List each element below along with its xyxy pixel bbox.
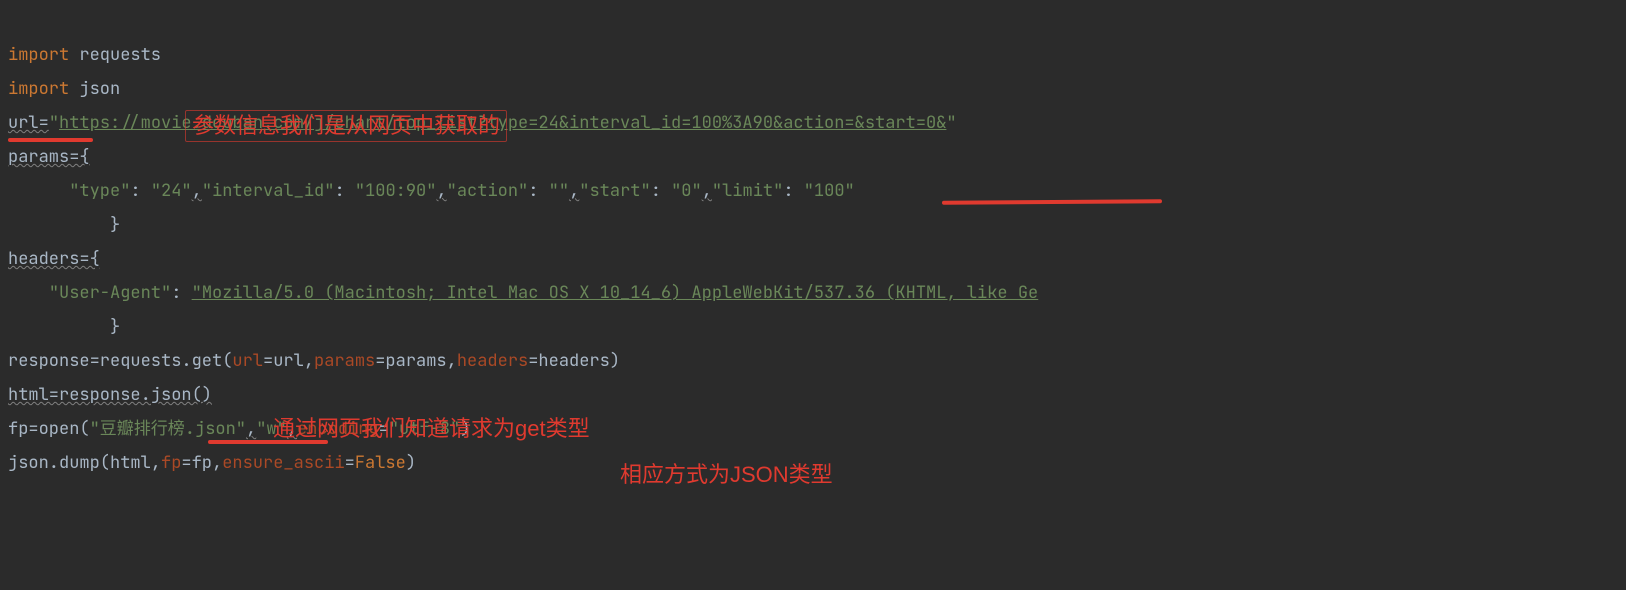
- string-quote: ": [49, 112, 59, 134]
- dict-key-start: "start": [579, 180, 650, 202]
- keyword-import: import: [8, 44, 69, 66]
- var-html-assign: html=response.json(): [8, 384, 212, 406]
- dict-key-limit: "limit": [712, 180, 783, 202]
- var-response-assign: response=requests.get(: [8, 350, 232, 372]
- keyword-import: import: [8, 78, 69, 100]
- mode-string: "w": [256, 418, 287, 440]
- string-quote: ": [946, 112, 956, 134]
- url-string[interactable]: https://movie.douban.com/j/chart/top_lis…: [59, 112, 946, 134]
- dict-key-type: "type": [69, 180, 130, 202]
- var-fp-assign: fp=open(: [8, 418, 90, 440]
- dict-val-action: "": [549, 180, 569, 202]
- var-headers-assign: headers={: [8, 248, 100, 270]
- kwarg-headers: headers: [457, 350, 528, 372]
- brace-close: }: [110, 214, 120, 236]
- dict-val-limit: "100": [804, 180, 855, 202]
- dict-val-start: "0": [671, 180, 702, 202]
- module-requests: requests: [69, 44, 161, 66]
- dict-key-ua: "User-Agent": [49, 282, 171, 304]
- kwarg-ensure-ascii: ensure_ascii: [222, 452, 344, 474]
- dict-val-24: "24": [151, 180, 192, 202]
- brace-close: }: [110, 316, 120, 338]
- kwarg-fp: fp: [161, 452, 181, 474]
- dict-key-interval: "interval_id": [202, 180, 335, 202]
- dict-val-interval: "100:90": [355, 180, 437, 202]
- dict-key-action: "action": [447, 180, 529, 202]
- kwarg-encoding: encoding: [297, 418, 379, 440]
- ua-string: "Mozilla/5.0 (Macintosh; Intel Mac OS X …: [192, 282, 1039, 304]
- kwarg-params: params: [314, 350, 375, 372]
- code-editor-area[interactable]: import requests import json url="https:/…: [8, 4, 1038, 480]
- module-json: json: [69, 78, 120, 100]
- var-params-assign: params={: [8, 146, 90, 168]
- filename-string: "豆瓣排行榜.json": [90, 418, 246, 440]
- json-dump-call: json.dump(html,: [8, 452, 161, 474]
- const-false: False: [355, 452, 406, 474]
- var-url-assign: url=: [8, 112, 49, 134]
- kwarg-url: url: [232, 350, 263, 372]
- encoding-string: "utf-8": [389, 418, 460, 440]
